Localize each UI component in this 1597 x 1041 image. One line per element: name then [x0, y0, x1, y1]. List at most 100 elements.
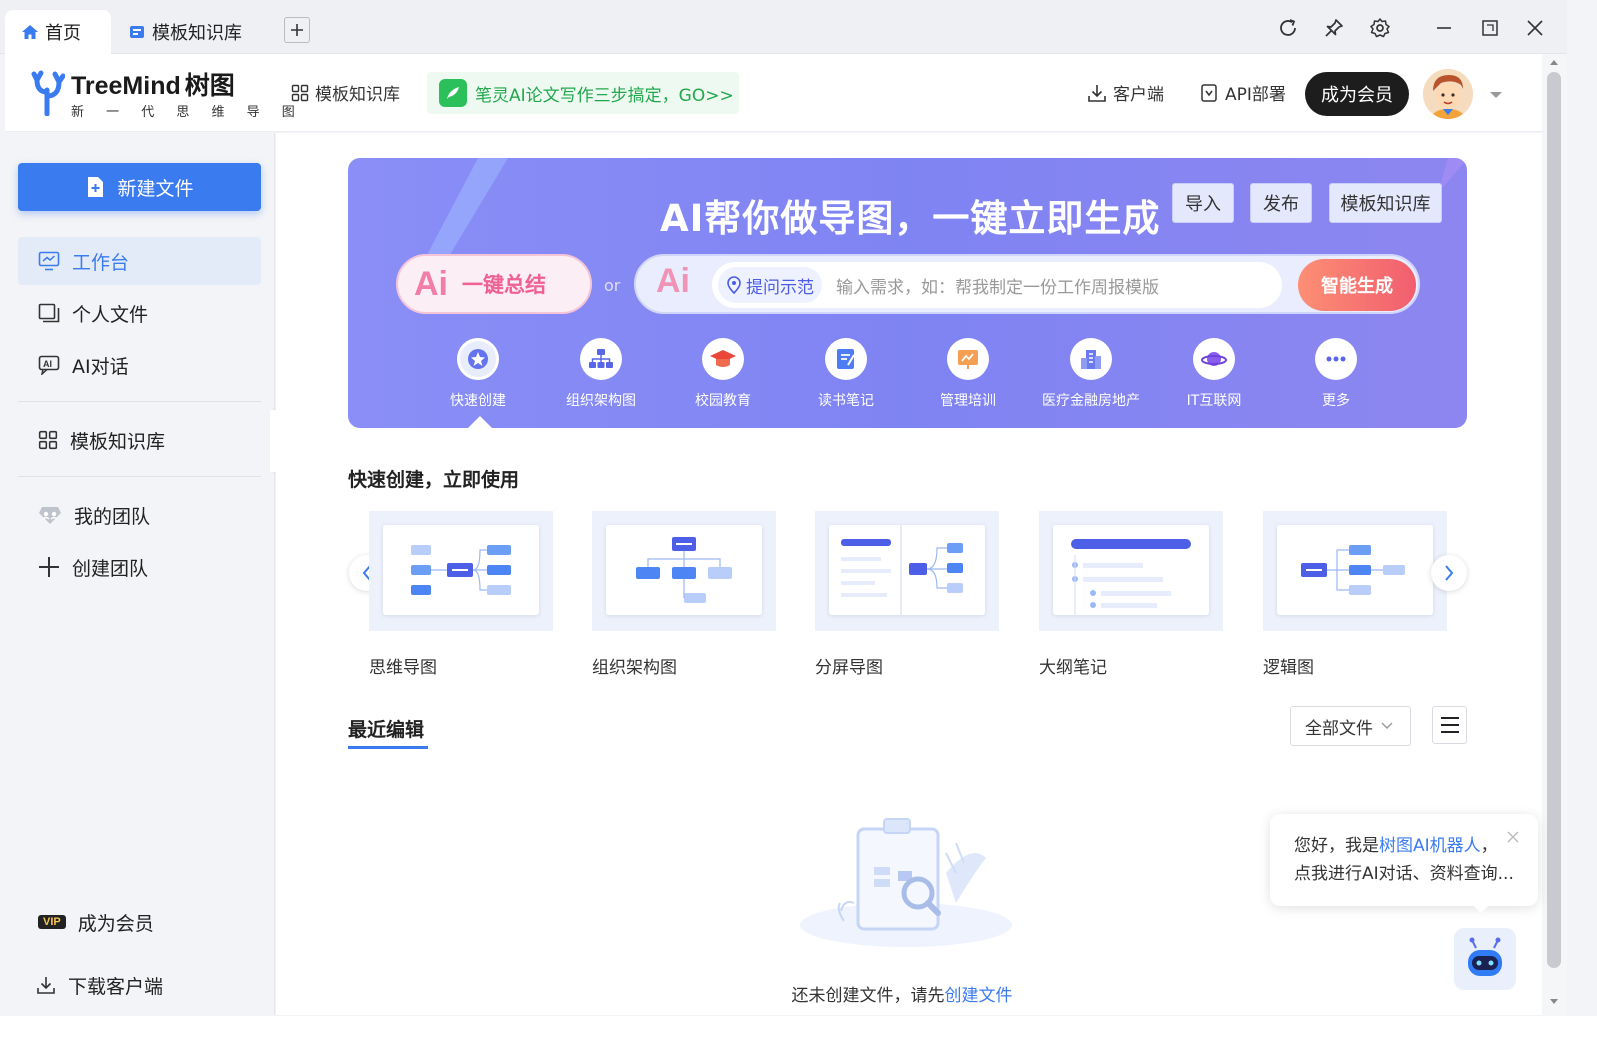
- list-view-toggle[interactable]: [1432, 706, 1467, 744]
- recent-edits-tab[interactable]: 最近编辑: [348, 715, 424, 742]
- team-icon: [39, 507, 61, 524]
- sidebar-become-vip[interactable]: VIP 成为会员: [18, 898, 261, 946]
- sidebar-item-create-team[interactable]: 创建团队: [18, 543, 261, 591]
- sidebar-download-client[interactable]: 下载客户端: [18, 961, 261, 1009]
- refresh-button[interactable]: [1274, 14, 1302, 42]
- minimize-button[interactable]: [1430, 14, 1458, 42]
- ai-prompt-input[interactable]: 提问示范 输入需求，如：帮我制定一份工作周报模版: [712, 262, 1282, 308]
- ai-robot-chat-bubble[interactable]: 您好，我是树图AI机器人， 点我进行AI对话、资料查询...: [1270, 814, 1538, 906]
- avatar[interactable]: [1423, 69, 1473, 119]
- brand-tagline: 新 一 代 思 维 导 图: [71, 105, 304, 120]
- api-label: API部署: [1225, 85, 1286, 105]
- account-dropdown[interactable]: [1489, 88, 1503, 104]
- treemind-logo[interactable]: [29, 70, 66, 120]
- user-avatar-icon: [1423, 69, 1473, 119]
- settings-button[interactable]: [1366, 14, 1394, 42]
- template-logic-chart[interactable]: 逻辑图: [1263, 511, 1447, 678]
- split-screen-preview-icon: [841, 525, 963, 615]
- grid-icon: [291, 84, 309, 101]
- template-org-chart[interactable]: 组织架构图: [592, 511, 776, 678]
- category-label: 组织架构图: [566, 393, 636, 409]
- list-icon: [1440, 717, 1459, 733]
- ai-banner: AI帮你做导图，一键立即生成 导入 发布 模板知识库 Ai 一键总结 or Ai…: [348, 158, 1467, 428]
- category-management-training[interactable]: 管理培训: [913, 338, 1023, 410]
- import-button[interactable]: 导入: [1172, 183, 1234, 223]
- ai-prompt-placeholder: 输入需求，如：帮我制定一份工作周报模版: [836, 277, 1159, 298]
- file-filter-select[interactable]: 全部文件: [1290, 706, 1411, 746]
- sidebar-item-label: 成为会员: [77, 912, 154, 935]
- sidebar-item-personal-files[interactable]: 个人文件: [18, 289, 261, 337]
- category-label: 校园教育: [695, 393, 751, 409]
- scroll-up-icon[interactable]: [1549, 58, 1559, 66]
- robot-icon: [1468, 937, 1502, 976]
- close-window-button[interactable]: [1521, 14, 1549, 42]
- outline-notes-preview-icon: [1071, 539, 1191, 615]
- close-icon[interactable]: [1506, 830, 1520, 844]
- category-medical-finance-realestate[interactable]: 医疗金融房地产: [1036, 338, 1146, 410]
- sidebar-item-workbench[interactable]: 工作台: [18, 237, 261, 285]
- sidebar-item-label: AI对话: [72, 355, 129, 378]
- api-deploy-link[interactable]: API部署: [1199, 80, 1286, 105]
- category-campus-education[interactable]: 校园教育: [668, 338, 778, 410]
- pin-button[interactable]: [1320, 14, 1348, 42]
- sidebar-item-template-library[interactable]: 模板知识库: [18, 416, 261, 464]
- restore-icon: [1482, 20, 1498, 36]
- new-tab-button[interactable]: [284, 17, 310, 43]
- category-more[interactable]: 更多: [1281, 338, 1391, 410]
- chevron-down-icon: [1381, 722, 1393, 729]
- template-thumbnail: [369, 511, 553, 631]
- carousel-next-button[interactable]: [1431, 555, 1467, 591]
- new-file-label: 新建文件: [117, 177, 194, 200]
- window-bottom-edge: [0, 1016, 1597, 1041]
- vertical-scrollbar[interactable]: [1542, 54, 1567, 1016]
- client-download-link[interactable]: 客户端: [1087, 80, 1164, 105]
- category-org-chart[interactable]: 组织架构图: [546, 338, 656, 410]
- location-pin-icon: [727, 276, 741, 294]
- publish-button[interactable]: 发布: [1250, 183, 1312, 223]
- chat-text: 点我进行AI对话、资料查询...: [1294, 864, 1514, 884]
- new-file-button[interactable]: 新建文件: [18, 163, 261, 211]
- chat-bubble-tail: [1472, 904, 1490, 913]
- template-outline-notes[interactable]: 大纲笔记: [1039, 511, 1223, 678]
- download-icon: [1088, 84, 1106, 102]
- sidebar-item-label: 下载客户端: [68, 975, 164, 998]
- category-quick-create[interactable]: 快速创建: [423, 338, 533, 410]
- promo-banner[interactable]: 笔灵AI论文写作三步搞定，GO>>: [427, 72, 739, 114]
- folder-icon: [38, 303, 60, 323]
- template-thumbnail: [592, 511, 776, 631]
- scrollbar-thumb[interactable]: [1547, 72, 1561, 968]
- category-it-internet[interactable]: IT互联网: [1159, 338, 1269, 410]
- chat-text: 您好，我是: [1294, 836, 1379, 856]
- category-reading-notes[interactable]: 读书笔记: [791, 338, 901, 410]
- ai-robot-button[interactable]: [1454, 928, 1516, 990]
- svg-text:AI: AI: [43, 359, 52, 369]
- ask-example-button[interactable]: 提问示范: [718, 267, 822, 303]
- header-template-library[interactable]: 模板知识库: [291, 80, 400, 105]
- banner-title: AI帮你做导图，一键立即生成: [660, 197, 1161, 240]
- minimize-icon: [1437, 27, 1451, 29]
- tree-logo-icon: [31, 70, 66, 117]
- sidebar: 新建文件 工作台 个人文件 AI AI对话 模板知识库 我的团队 创建团队 VI…: [5, 133, 275, 1015]
- app-header: TreeMind 树图 新 一 代 思 维 导 图 模板知识库 笔灵AI论文写作三…: [5, 54, 1542, 132]
- graduation-cap-icon: [702, 338, 744, 380]
- refresh-icon: [1280, 19, 1296, 36]
- brand-name: TreeMind 树图: [71, 72, 235, 100]
- tab-template-library[interactable]: 模板知识库: [112, 10, 272, 54]
- sidebar-divider: [18, 476, 261, 477]
- tab-home[interactable]: 首页: [5, 10, 111, 54]
- banner-template-library-button[interactable]: 模板知识库: [1329, 183, 1442, 223]
- scroll-down-icon[interactable]: [1549, 998, 1559, 1006]
- template-thumbnail: [1263, 511, 1447, 631]
- smart-generate-button[interactable]: 智能生成: [1298, 259, 1416, 311]
- maximize-button[interactable]: [1476, 14, 1504, 42]
- template-mind-map[interactable]: 思维导图: [369, 511, 553, 678]
- sidebar-item-ai-chat[interactable]: AI AI对话: [18, 341, 261, 389]
- category-label: 读书笔记: [818, 393, 874, 409]
- sidebar-item-label: 个人文件: [72, 303, 149, 326]
- one-click-summary-button[interactable]: Ai 一键总结: [396, 254, 592, 314]
- category-label: 医疗金融房地产: [1042, 393, 1140, 409]
- create-file-link[interactable]: 创建文件: [945, 986, 1013, 1006]
- become-vip-button[interactable]: 成为会员: [1305, 72, 1409, 116]
- template-split-screen[interactable]: 分屏导图: [815, 511, 999, 678]
- sidebar-item-my-team[interactable]: 我的团队: [18, 491, 261, 539]
